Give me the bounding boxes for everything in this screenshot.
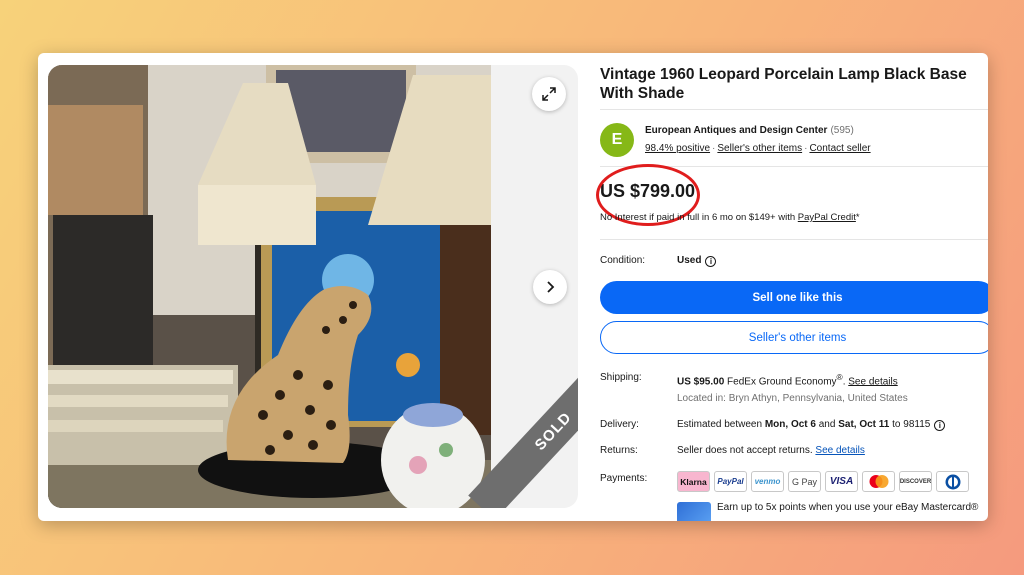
leopard-lamp-photo: [48, 65, 491, 508]
item-photo[interactable]: [48, 65, 491, 508]
paypal-credit-link[interactable]: PayPal Credit: [798, 212, 856, 223]
divider: [600, 109, 988, 110]
delivery-zip: to 98115: [892, 419, 931, 430]
delivery-prefix: Estimated between: [677, 419, 763, 430]
condition-value: Used i: [677, 255, 717, 267]
delivery-end: Sat, Oct 11: [838, 419, 890, 430]
payments-label: Payments:: [600, 473, 648, 484]
item-title: Vintage 1960 Leopard Porcelain Lamp Blac…: [600, 66, 967, 102]
paypal-icon: PayPal: [714, 471, 747, 492]
seller-info: E European Antiques and Design Center (59…: [600, 121, 988, 165]
mastercard-icon: [862, 471, 895, 492]
paypal-credit-note: No Interest if paid in full in 6 mo on $…: [600, 212, 860, 223]
shipping-price: US $95.00: [677, 376, 725, 388]
shipping-details-link[interactable]: See details: [848, 376, 897, 387]
separator: ·: [712, 143, 716, 154]
ebay-mastercard-icon: [677, 502, 711, 521]
returns-label: Returns:: [600, 445, 638, 456]
klarna-icon: Klarna: [677, 471, 710, 492]
seller-name[interactable]: European Antiques and Design Center (595): [645, 125, 854, 136]
delivery-and: and: [818, 419, 836, 430]
returns-value: Seller does not accept returns. See deta…: [677, 445, 865, 456]
sell-one-like-this-button[interactable]: Sell one like this: [600, 281, 988, 314]
separator: ·: [804, 143, 808, 154]
seller-positive-link[interactable]: 98.4% positive: [645, 143, 710, 154]
item-details-panel: Vintage 1960 Leopard Porcelain Lamp Blac…: [596, 65, 988, 521]
diners-club-icon: [936, 471, 969, 492]
shipping-service: FedEx Ground Economy: [727, 376, 837, 388]
registered-mark: ®: [836, 372, 843, 382]
info-icon[interactable]: i: [934, 420, 946, 431]
seller-name-text[interactable]: European Antiques and Design Center: [645, 125, 827, 136]
google-pay-icon: G Pay: [788, 471, 821, 492]
expand-button[interactable]: [532, 77, 566, 111]
chevron-right-icon: [547, 281, 555, 293]
condition-label: Condition:: [600, 255, 646, 266]
info-icon[interactable]: i: [705, 256, 717, 267]
image-gallery: SOLD: [48, 65, 578, 508]
venmo-icon: venmo: [751, 471, 784, 492]
delivery-value: Estimated between Mon, Oct 6 and Sat, Oc…: [677, 419, 946, 431]
next-image-button[interactable]: [533, 270, 567, 304]
returns-details-link[interactable]: See details: [815, 445, 864, 456]
seller-links: 98.4% positive · Seller's other items · Cont…: [645, 143, 871, 154]
divider: [600, 239, 988, 240]
visa-icon: VISA: [825, 471, 858, 492]
contact-seller-link[interactable]: Contact seller: [809, 143, 870, 154]
expand-icon: [542, 87, 556, 101]
shipping-label: Shipping:: [600, 372, 642, 383]
seller-feedback-count[interactable]: (595): [830, 125, 853, 136]
listing-card: SOLD Vintage 1960 Leopard Porcelain Lamp…: [38, 53, 988, 521]
mastercard-promo: Earn up to 5x points when you use your e…: [717, 502, 979, 513]
returns-text: Seller does not accept returns.: [677, 445, 813, 456]
discover-icon: DISCOVER: [899, 471, 932, 492]
condition-text: Used: [677, 255, 702, 266]
seller-avatar[interactable]: E: [600, 123, 634, 157]
credit-text: No Interest if paid in full in 6 mo on $…: [600, 212, 796, 223]
delivery-label: Delivery:: [600, 419, 639, 430]
seller-other-items-button[interactable]: Seller's other items: [600, 321, 988, 354]
shipping-value: US $95.00 FedEx Ground Economy®. See det…: [677, 372, 898, 388]
item-location: Located in: Bryn Athyn, Pennsylvania, Un…: [677, 393, 908, 404]
payment-methods: Klarna PayPal venmo G Pay VISA DISCOVER: [677, 471, 969, 492]
seller-other-items-link[interactable]: Seller's other items: [717, 143, 802, 154]
credit-suffix: *: [855, 212, 860, 223]
delivery-start: Mon, Oct 6: [764, 419, 816, 430]
